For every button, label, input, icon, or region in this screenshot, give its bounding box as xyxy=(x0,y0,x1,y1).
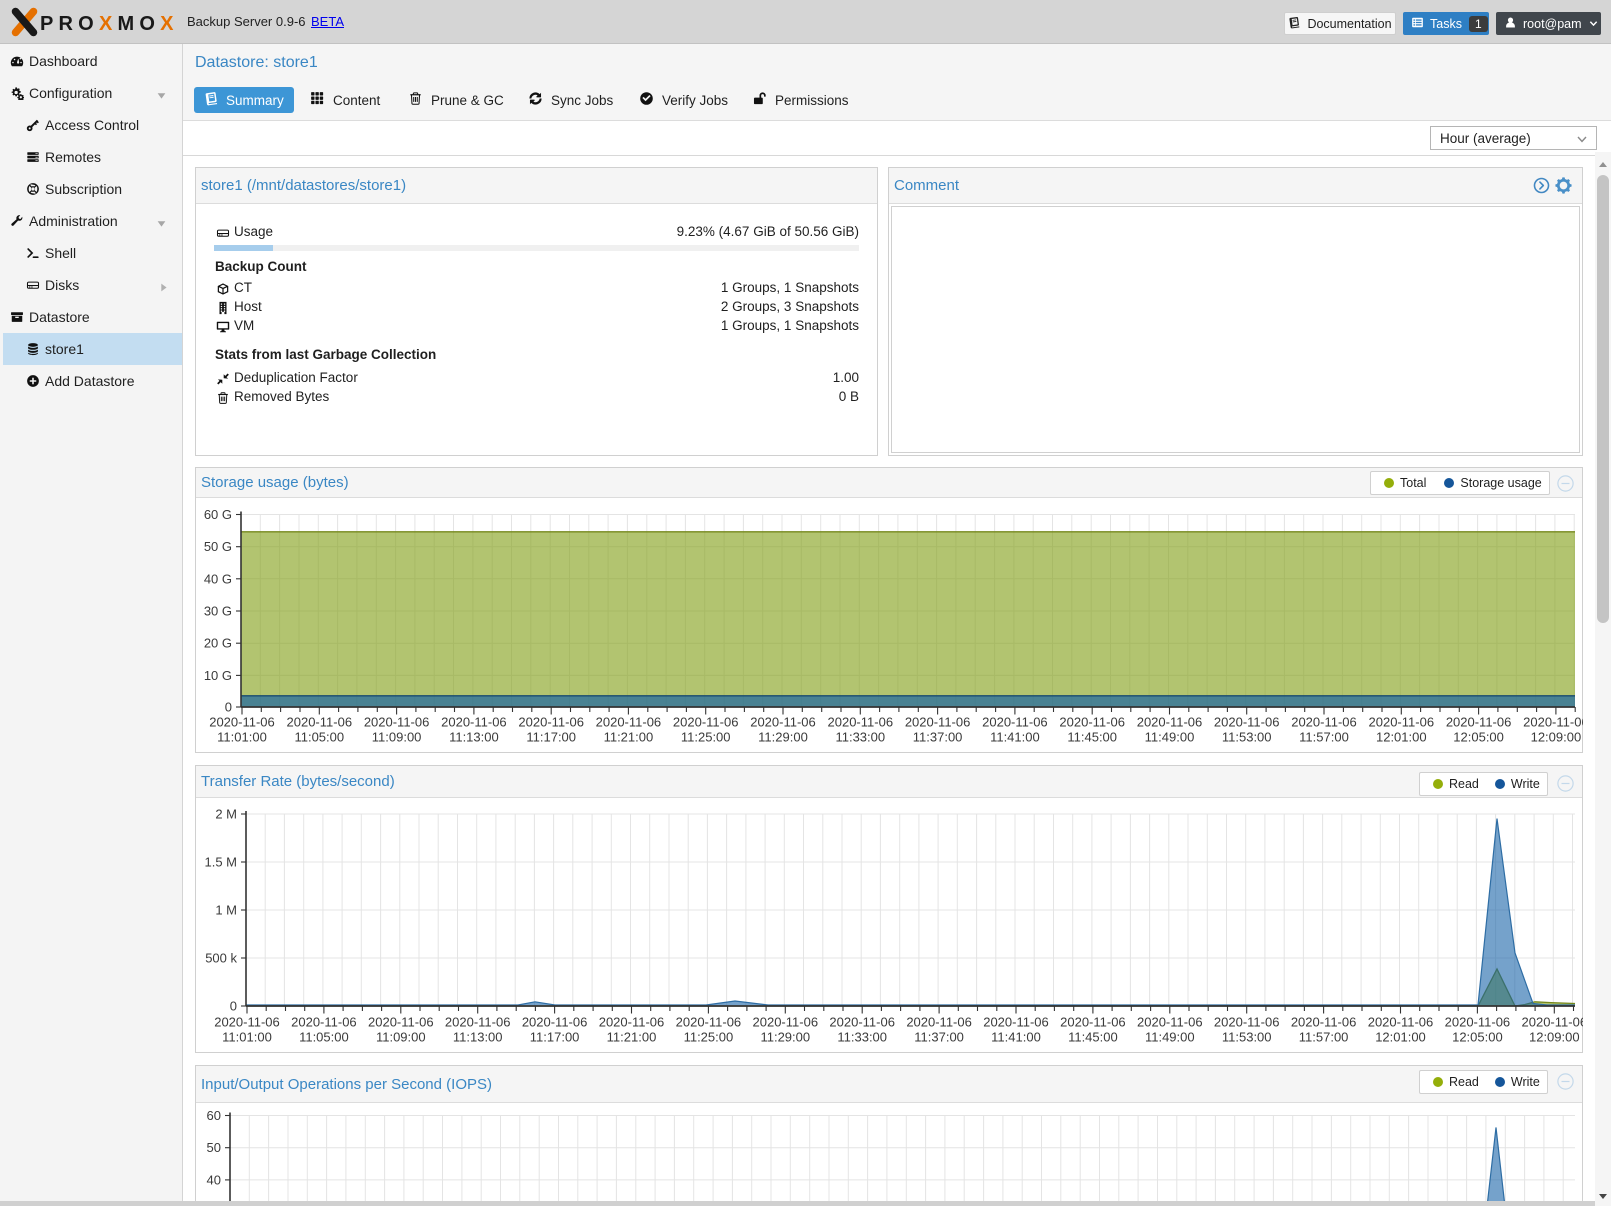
svg-text:2020-11-06: 2020-11-06 xyxy=(287,715,353,730)
svg-text:10 G: 10 G xyxy=(204,668,232,683)
svg-text:30 G: 30 G xyxy=(204,604,232,619)
svg-text:PROXMOX: PROXMOX xyxy=(40,13,179,35)
svg-text:2020-11-06: 2020-11-06 xyxy=(441,715,507,730)
svg-text:11:05:00: 11:05:00 xyxy=(299,1030,349,1045)
svg-text:11:49:00: 11:49:00 xyxy=(1145,1030,1195,1045)
svg-text:11:01:00: 11:01:00 xyxy=(222,1030,272,1045)
svg-text:2020-11-06: 2020-11-06 xyxy=(1291,715,1357,730)
svg-text:11:37:00: 11:37:00 xyxy=(914,1030,964,1045)
svg-text:11:45:00: 11:45:00 xyxy=(1068,1030,1118,1045)
svg-text:12:09:00: 12:09:00 xyxy=(1529,1030,1580,1045)
svg-text:2020-11-06: 2020-11-06 xyxy=(982,715,1048,730)
svg-text:2020-11-06: 2020-11-06 xyxy=(1059,715,1125,730)
svg-text:20 G: 20 G xyxy=(204,636,232,651)
svg-text:11:09:00: 11:09:00 xyxy=(372,730,422,745)
svg-text:2020-11-06: 2020-11-06 xyxy=(750,715,816,730)
svg-text:11:57:00: 11:57:00 xyxy=(1299,1030,1349,1045)
svg-text:2020-11-06: 2020-11-06 xyxy=(445,1015,511,1030)
svg-text:2020-11-06: 2020-11-06 xyxy=(596,715,662,730)
svg-text:2020-11-06: 2020-11-06 xyxy=(364,715,430,730)
svg-text:11:13:00: 11:13:00 xyxy=(453,1030,503,1045)
svg-text:11:17:00: 11:17:00 xyxy=(530,1030,580,1045)
svg-text:2020-11-06: 2020-11-06 xyxy=(753,1015,819,1030)
svg-text:11:17:00: 11:17:00 xyxy=(526,730,576,745)
svg-text:11:41:00: 11:41:00 xyxy=(991,1030,1041,1045)
svg-text:11:29:00: 11:29:00 xyxy=(760,1030,810,1045)
svg-text:11:49:00: 11:49:00 xyxy=(1145,730,1195,745)
svg-text:11:33:00: 11:33:00 xyxy=(835,730,885,745)
svg-text:11:29:00: 11:29:00 xyxy=(758,730,808,745)
svg-text:2020-11-06: 2020-11-06 xyxy=(1291,1015,1357,1030)
svg-text:12:01:00: 12:01:00 xyxy=(1376,730,1427,745)
svg-text:2020-11-06: 2020-11-06 xyxy=(518,715,584,730)
svg-text:2020-11-06: 2020-11-06 xyxy=(983,1015,1049,1030)
svg-text:2020-11-06: 2020-11-06 xyxy=(905,715,971,730)
svg-text:2020-11-06: 2020-11-06 xyxy=(1060,1015,1126,1030)
svg-text:11:57:00: 11:57:00 xyxy=(1299,730,1349,745)
svg-text:2020-11-06: 2020-11-06 xyxy=(1214,1015,1280,1030)
svg-text:2020-11-06: 2020-11-06 xyxy=(1137,1015,1203,1030)
svg-text:40 G: 40 G xyxy=(204,571,232,586)
svg-text:2020-11-06: 2020-11-06 xyxy=(1214,715,1280,730)
svg-text:12:09:00: 12:09:00 xyxy=(1531,730,1582,745)
svg-text:11:53:00: 11:53:00 xyxy=(1222,730,1272,745)
svg-text:12:05:00: 12:05:00 xyxy=(1453,730,1504,745)
svg-text:11:37:00: 11:37:00 xyxy=(913,730,963,745)
svg-text:40: 40 xyxy=(207,1172,221,1187)
svg-text:2020-11-06: 2020-11-06 xyxy=(829,1015,895,1030)
svg-text:11:21:00: 11:21:00 xyxy=(604,730,654,745)
svg-text:11:25:00: 11:25:00 xyxy=(684,1030,734,1045)
svg-text:2020-11-06: 2020-11-06 xyxy=(599,1015,665,1030)
svg-text:11:53:00: 11:53:00 xyxy=(1222,1030,1272,1045)
svg-text:11:05:00: 11:05:00 xyxy=(294,730,344,745)
svg-text:2 M: 2 M xyxy=(215,807,237,822)
svg-text:2020-11-06: 2020-11-06 xyxy=(1523,715,1583,730)
svg-text:11:21:00: 11:21:00 xyxy=(607,1030,657,1045)
svg-text:2020-11-06: 2020-11-06 xyxy=(673,715,739,730)
svg-text:2020-11-06: 2020-11-06 xyxy=(209,715,275,730)
svg-text:11:13:00: 11:13:00 xyxy=(449,730,499,745)
svg-text:11:01:00: 11:01:00 xyxy=(217,730,267,745)
svg-text:2020-11-06: 2020-11-06 xyxy=(906,1015,972,1030)
svg-text:2020-11-06: 2020-11-06 xyxy=(1445,1015,1511,1030)
svg-text:12:01:00: 12:01:00 xyxy=(1375,1030,1426,1045)
svg-text:2020-11-06: 2020-11-06 xyxy=(214,1015,280,1030)
svg-text:11:33:00: 11:33:00 xyxy=(837,1030,887,1045)
svg-text:2020-11-06: 2020-11-06 xyxy=(828,715,894,730)
svg-text:12:05:00: 12:05:00 xyxy=(1452,1030,1503,1045)
svg-text:0: 0 xyxy=(225,700,232,715)
svg-text:1.5 M: 1.5 M xyxy=(204,855,237,870)
svg-text:2020-11-06: 2020-11-06 xyxy=(368,1015,434,1030)
svg-text:2020-11-06: 2020-11-06 xyxy=(676,1015,742,1030)
svg-text:0: 0 xyxy=(230,999,237,1014)
svg-text:50 G: 50 G xyxy=(204,539,232,554)
svg-text:2020-11-06: 2020-11-06 xyxy=(1522,1015,1583,1030)
svg-text:500 k: 500 k xyxy=(205,951,237,966)
svg-text:2020-11-06: 2020-11-06 xyxy=(291,1015,357,1030)
svg-text:11:25:00: 11:25:00 xyxy=(681,730,731,745)
svg-text:60 G: 60 G xyxy=(204,507,232,522)
svg-text:2020-11-06: 2020-11-06 xyxy=(522,1015,588,1030)
svg-text:2020-11-06: 2020-11-06 xyxy=(1368,1015,1434,1030)
svg-text:11:41:00: 11:41:00 xyxy=(990,730,1040,745)
svg-text:2020-11-06: 2020-11-06 xyxy=(1446,715,1512,730)
svg-text:50: 50 xyxy=(207,1140,221,1155)
svg-text:11:45:00: 11:45:00 xyxy=(1067,730,1117,745)
svg-text:1 M: 1 M xyxy=(215,903,237,918)
svg-text:11:09:00: 11:09:00 xyxy=(376,1030,426,1045)
svg-text:2020-11-06: 2020-11-06 xyxy=(1137,715,1203,730)
svg-text:60: 60 xyxy=(207,1108,221,1123)
svg-text:2020-11-06: 2020-11-06 xyxy=(1369,715,1435,730)
